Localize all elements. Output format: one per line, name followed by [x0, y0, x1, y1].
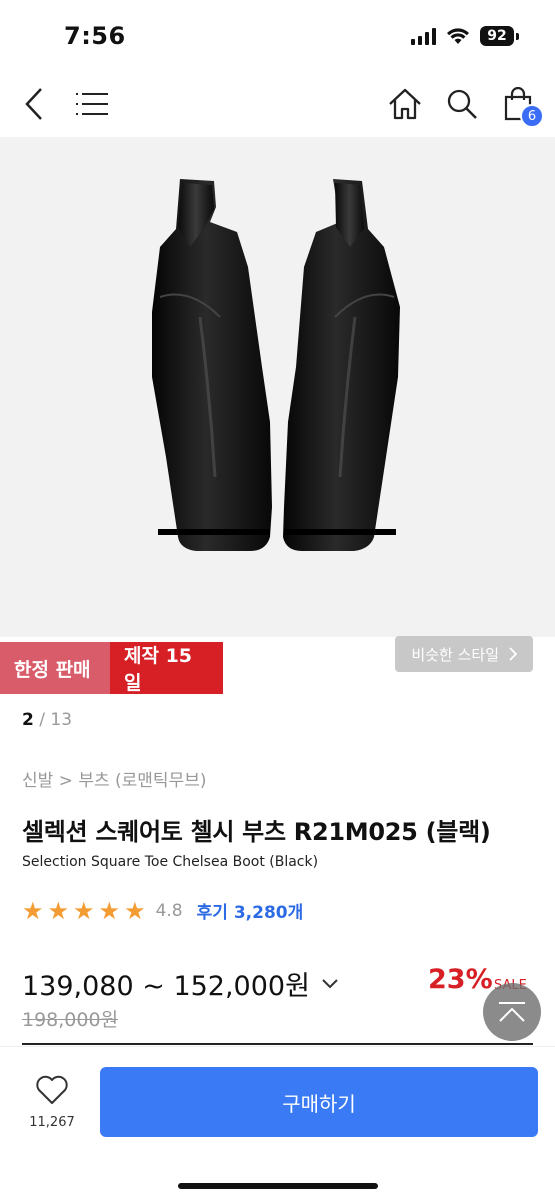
status-icons: 92	[411, 26, 519, 46]
menu-button[interactable]	[70, 82, 114, 126]
reviews-link[interactable]: 후기 3,280개	[197, 898, 304, 923]
similar-style-label: 비슷한 스타일	[411, 645, 499, 664]
breadcrumb[interactable]: 신발 > 부츠 (로맨틱무브)	[22, 766, 206, 791]
battery-level: 92	[480, 26, 514, 46]
wifi-icon	[447, 28, 469, 44]
product-badges: 한정 판매 제작 15일	[0, 642, 223, 694]
home-button[interactable]	[383, 82, 427, 126]
buy-button[interactable]: 구매하기	[100, 1067, 538, 1137]
chevron-down-icon	[322, 978, 338, 988]
status-bar: 7:56 92	[0, 0, 555, 70]
back-button[interactable]	[12, 82, 56, 126]
top-nav: 6	[0, 72, 555, 136]
wishlist-count: 11,267	[29, 1115, 75, 1130]
search-button[interactable]	[440, 82, 484, 126]
index-separator: /	[39, 710, 45, 730]
star-icon: ★	[73, 896, 95, 925]
wishlist-button[interactable]: 11,267	[22, 1075, 82, 1130]
hamburger-menu-icon	[76, 93, 108, 115]
cart-button[interactable]: 6	[496, 82, 544, 128]
divider	[22, 1043, 533, 1045]
price-range-selector[interactable]: 139,080 ~ 152,000원	[22, 964, 338, 1003]
product-title: 셀렉션 스퀘어토 첼시 부츠 R21M025 (블랙)	[22, 818, 491, 846]
search-icon	[447, 89, 477, 119]
limited-sale-badge: 한정 판매	[0, 642, 110, 694]
discount-rate: 23%	[428, 964, 493, 995]
home-icon	[389, 88, 421, 120]
home-indicator	[178, 1183, 378, 1189]
similar-style-button[interactable]: 비슷한 스타일	[395, 636, 533, 672]
arrow-up-icon	[499, 1002, 525, 1022]
boots-illustration	[152, 179, 400, 551]
star-icon: ★	[98, 896, 121, 925]
production-days-badge: 제작 15일	[110, 642, 223, 694]
heart-icon	[36, 1075, 68, 1104]
product-image[interactable]	[0, 137, 555, 637]
chevron-right-icon	[509, 647, 517, 661]
original-price: 198,000원	[22, 1009, 119, 1031]
chevron-left-icon	[25, 88, 42, 120]
star-icon: ★	[22, 896, 44, 925]
price-range: 139,080 ~ 152,000원	[22, 971, 310, 1002]
battery-icon: 92	[480, 26, 519, 46]
star-icon: ★	[47, 896, 70, 925]
cart-count-badge: 6	[520, 104, 544, 128]
rating-row: ★ ★ ★ ★ ★ 4.8 후기 3,280개	[22, 896, 304, 925]
bottom-action-bar: 11,267 구매하기	[0, 1046, 555, 1200]
total-image-count: 13	[50, 710, 73, 730]
image-page-indicator: 2 / 13	[22, 710, 72, 730]
product-subtitle: Selection Square Toe Chelsea Boot (Black…	[22, 854, 319, 870]
star-icon: ★	[124, 896, 146, 925]
current-image-index: 2	[22, 710, 34, 730]
rating-score: 4.8	[155, 900, 183, 921]
scroll-to-top-button[interactable]	[483, 983, 541, 1041]
cellular-signal-icon	[411, 27, 436, 45]
status-time: 7:56	[64, 22, 126, 50]
